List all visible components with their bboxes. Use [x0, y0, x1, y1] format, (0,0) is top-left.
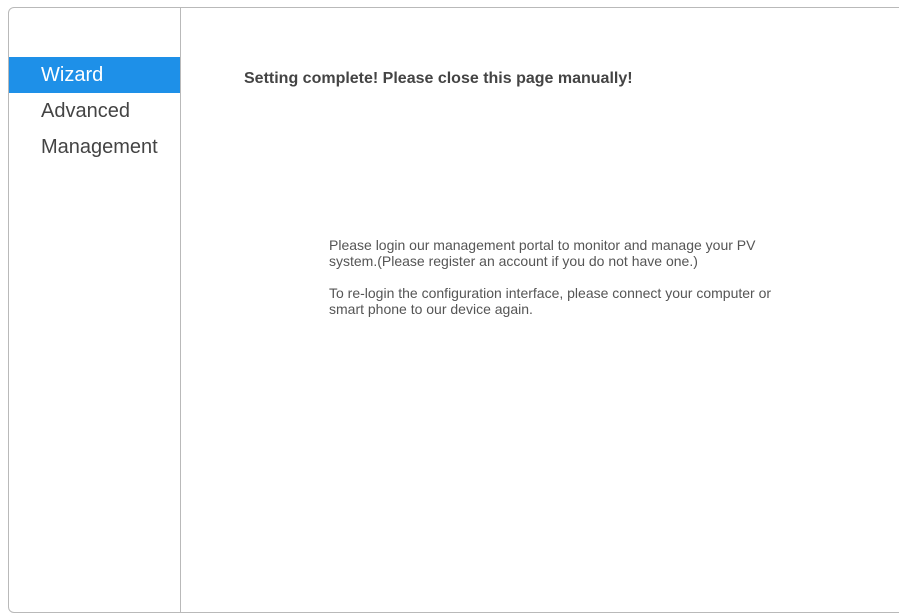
sidebar-nav: Wizard Advanced Management — [9, 57, 180, 165]
main-content: Setting complete! Please close this page… — [181, 8, 899, 612]
sidebar-item-advanced[interactable]: Advanced — [9, 93, 180, 129]
sidebar-item-wizard[interactable]: Wizard — [9, 57, 180, 93]
portal-message: Please login our management portal to mo… — [329, 237, 756, 269]
info-text: Please login our management portal to mo… — [329, 237, 799, 333]
sidebar-item-management[interactable]: Management — [9, 129, 180, 165]
page-title: Setting complete! Please close this page… — [244, 70, 633, 87]
relogin-message: To re-login the configuration interface,… — [329, 285, 772, 317]
app-frame: Wizard Advanced Management Setting compl… — [8, 7, 899, 613]
sidebar: Wizard Advanced Management — [9, 8, 181, 612]
